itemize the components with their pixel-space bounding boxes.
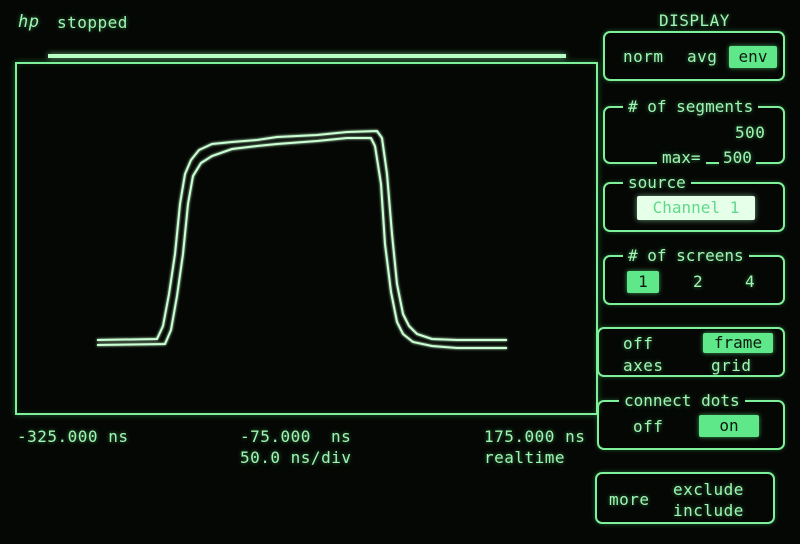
exclude-option[interactable]: exclude: [673, 480, 744, 499]
source-label: source: [623, 173, 691, 192]
waveform-trace: [96, 129, 507, 349]
mode-env-selected[interactable]: env: [729, 46, 777, 68]
source-softkey[interactable]: source Channel 1: [603, 173, 785, 232]
more-label: more: [609, 490, 650, 509]
axes-off-option[interactable]: off: [623, 334, 653, 353]
screens-option-4[interactable]: 4: [745, 272, 755, 291]
status-label: stopped: [57, 13, 128, 32]
screens-option-1-selected[interactable]: 1: [627, 271, 659, 293]
mode-norm[interactable]: norm: [623, 47, 664, 66]
display-mode-softkey[interactable]: norm avg env: [603, 31, 785, 81]
segments-softkey[interactable]: # of segments 500 max= 500: [603, 97, 785, 167]
screens-softkey[interactable]: # of screens 1 2 4: [603, 246, 785, 305]
screens-label: # of screens: [623, 246, 749, 265]
acquisition-mode: realtime: [484, 448, 566, 467]
include-option[interactable]: include: [673, 501, 744, 520]
timebase-label: 50.0 ns/div: [240, 448, 352, 467]
hp-logo: hp: [18, 12, 40, 32]
connect-dots-label: connect dots: [619, 391, 745, 410]
trace-envelope-min: [96, 137, 507, 349]
segments-value: 500: [735, 123, 766, 142]
segments-max-value: 500: [719, 148, 756, 167]
axes-grid-softkey[interactable]: off frame axes grid: [597, 327, 785, 377]
axes-option[interactable]: axes: [623, 356, 664, 375]
display-menu-title: DISPLAY: [659, 11, 730, 30]
waveform-display[interactable]: [15, 62, 598, 415]
center-time-unit: ns: [331, 427, 352, 446]
source-value-field[interactable]: Channel 1: [637, 196, 755, 220]
center-time-label: -75.000: [240, 427, 311, 446]
left-time-label: -325.000 ns: [17, 427, 129, 446]
segments-label: # of segments: [623, 97, 759, 116]
connect-dots-softkey[interactable]: connect dots off on: [597, 391, 785, 450]
record-bar: [48, 54, 566, 58]
connect-dots-off[interactable]: off: [633, 417, 663, 436]
trace-envelope-max: [96, 129, 507, 341]
grid-option[interactable]: grid: [711, 356, 752, 375]
frame-option-selected[interactable]: frame: [703, 333, 773, 353]
segments-max-label: max=: [657, 148, 706, 167]
mode-avg[interactable]: avg: [687, 47, 717, 66]
exclude-include-softkey[interactable]: more exclude include: [595, 472, 775, 524]
right-time-label: 175.000 ns: [484, 427, 586, 446]
screens-option-2[interactable]: 2: [693, 272, 703, 291]
connect-dots-on-selected[interactable]: on: [699, 415, 759, 437]
